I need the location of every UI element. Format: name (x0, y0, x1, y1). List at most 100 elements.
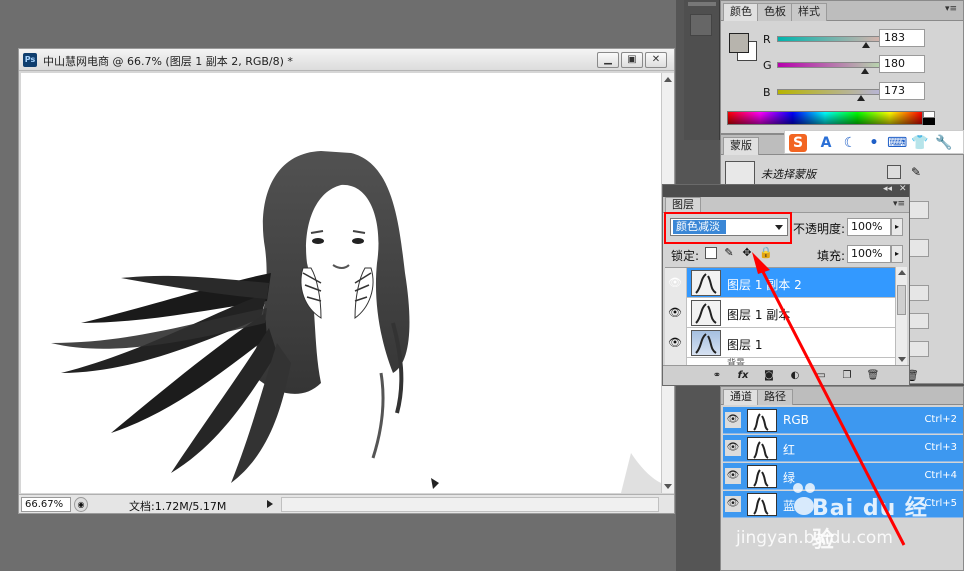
sogou-logo-icon[interactable]: S (789, 134, 807, 152)
channel-shortcut: Ctrl+5 (924, 498, 957, 509)
b-value-input[interactable]: 173 (879, 82, 925, 100)
r-value-input[interactable]: 183 (879, 29, 925, 47)
restore-button[interactable]: ▣ (621, 52, 643, 68)
opacity-arrow-icon[interactable]: ▸ (891, 218, 903, 236)
g-label: G (763, 59, 772, 72)
link-layers-icon[interactable]: ⚭ (709, 369, 725, 383)
collapse-icon[interactable]: ◂◂ (883, 184, 892, 194)
mask-feather-field[interactable] (907, 239, 929, 257)
layer-list-scrollbar[interactable] (895, 267, 907, 365)
document-title: 中山慧网电商 @ 66.7% (图层 1 副本 2, RGB/8) * (43, 55, 293, 68)
fx-icon[interactable]: fx (735, 369, 751, 383)
visibility-eye-icon[interactable]: 👁 (725, 468, 741, 484)
invert-button[interactable] (907, 341, 929, 357)
scroll-down-icon[interactable] (664, 484, 672, 489)
lock-position-icon[interactable]: ✥ (741, 247, 753, 259)
tab-masks[interactable]: 蒙版 (723, 137, 759, 155)
minimize-button[interactable]: ▁ (597, 52, 619, 68)
close-button[interactable]: ✕ (645, 52, 667, 68)
mask-density-field[interactable] (907, 201, 929, 219)
layer-row-copy[interactable]: 👁 图层 1 副本 (665, 298, 895, 328)
panel-close-icon[interactable]: ✕ (899, 184, 907, 194)
ime-keyboard-icon[interactable]: ⌨ (887, 134, 907, 152)
visibility-eye-icon[interactable]: 👁 (667, 305, 683, 321)
layers-panel-titlebar[interactable]: ◂◂ ✕ (663, 184, 909, 197)
channel-row-green[interactable]: 👁 绿 Ctrl+4 (723, 463, 963, 490)
mask-edge-button[interactable] (907, 285, 929, 301)
white-swatch[interactable] (923, 111, 935, 118)
zoom-level-input[interactable]: 66.67% (21, 497, 71, 512)
new-group-icon[interactable]: ▭ (813, 369, 829, 383)
document-titlebar[interactable]: Ps 中山慧网电商 @ 66.7% (图层 1 副本 2, RGB/8) * ▁… (19, 49, 674, 71)
layer-name: 图层 1 副本 (727, 308, 791, 322)
fill-input[interactable]: 100% (847, 245, 891, 263)
visibility-eye-icon[interactable]: 👁 (725, 440, 741, 456)
channel-thumbnail (747, 465, 777, 488)
fill-arrow-icon[interactable]: ▸ (891, 245, 903, 263)
visibility-eye-icon[interactable]: 👁 (725, 496, 741, 512)
scroll-thumb[interactable] (897, 285, 906, 315)
visibility-eye-icon[interactable]: 👁 (667, 275, 683, 291)
status-expand-icon[interactable] (267, 500, 273, 508)
black-white-swatches[interactable] (923, 111, 935, 125)
g-slider-thumb[interactable] (860, 68, 869, 74)
history-icon[interactable] (690, 14, 712, 36)
channel-row-rgb[interactable]: 👁 RGB Ctrl+2 (723, 407, 963, 434)
r-slider-thumb[interactable] (861, 42, 870, 48)
channel-row-blue[interactable]: 👁 蓝 Ctrl+5 (723, 491, 963, 518)
layer-name: 图层 1 (727, 338, 763, 352)
tab-channels[interactable]: 通道 (723, 389, 759, 405)
foreground-color-swatch[interactable] (729, 33, 749, 53)
color-spectrum-bar[interactable] (727, 111, 923, 125)
scroll-down-icon[interactable] (898, 357, 906, 362)
new-layer-icon[interactable]: ❐ (839, 369, 855, 383)
tab-color[interactable]: 颜色 (723, 3, 759, 21)
strip-grip[interactable] (688, 2, 716, 6)
layer-row-copy-2[interactable]: 👁 图层 1 副本 2 (665, 268, 895, 298)
channel-shortcut: Ctrl+4 (924, 470, 957, 481)
visibility-eye-icon[interactable]: 👁 (725, 412, 741, 428)
color-range-button[interactable] (907, 313, 929, 329)
layer-row-1[interactable]: 👁 图层 1 (665, 328, 895, 358)
layers-panel: ◂◂ ✕ 图层 ▾≡ 颜色减淡 不透明度: 100% ▸ 锁定: ✎ ✥ 🔒 填… (662, 184, 910, 386)
channel-name: 绿 (783, 471, 796, 485)
black-swatch[interactable] (923, 118, 935, 125)
adjustment-layer-icon[interactable]: ◐ (787, 369, 803, 383)
channel-row-red[interactable]: 👁 红 Ctrl+3 (723, 435, 963, 462)
layer-row-background[interactable]: 背景 (665, 358, 895, 365)
b-slider-thumb[interactable] (857, 95, 866, 101)
g-value-input[interactable]: 180 (879, 55, 925, 73)
tab-styles[interactable]: 样式 (791, 3, 827, 21)
tab-paths[interactable]: 路径 (757, 389, 793, 405)
ime-toolbar: S A ☾ • ⌨ 👕 🔧 (784, 130, 964, 154)
lock-brush-icon[interactable]: ✎ (723, 247, 735, 259)
ime-skin-icon[interactable]: 👕 (911, 134, 929, 152)
panel-menu-icon[interactable]: ▾≡ (945, 4, 957, 14)
scroll-up-icon[interactable] (898, 270, 906, 275)
tab-layers[interactable]: 图层 (665, 197, 701, 213)
horizontal-scrollbar[interactable] (281, 497, 659, 512)
pixel-mask-icon[interactable] (887, 165, 901, 179)
scroll-up-icon[interactable] (664, 77, 672, 82)
ime-punctuation-icon[interactable]: • (865, 134, 883, 152)
tab-swatches[interactable]: 色板 (757, 3, 793, 21)
mask-status: 未选择蒙版 (761, 168, 816, 181)
opacity-input[interactable]: 100% (847, 218, 891, 236)
vector-mask-icon[interactable]: ✎ (911, 165, 921, 179)
color-panel: 颜色 色板 样式 ▾≡ R 183 G 180 B 173 (720, 0, 964, 134)
channels-panel: 通道 路径 👁 RGB Ctrl+2 👁 红 Ctrl+3 👁 绿 Ctrl+4… (720, 386, 964, 571)
ime-moon-icon[interactable]: ☾ (841, 134, 859, 152)
ime-tools-icon[interactable]: 🔧 (935, 134, 953, 152)
document-window: Ps 中山慧网电商 @ 66.7% (图层 1 副本 2, RGB/8) * ▁… (18, 48, 675, 514)
delete-layer-icon[interactable]: 🗑 (865, 369, 881, 383)
add-mask-icon[interactable]: ◙ (761, 369, 777, 383)
visibility-eye-icon[interactable]: 👁 (667, 335, 683, 351)
color-panel-tabbar: 颜色 色板 样式 ▾≡ (721, 1, 963, 21)
status-menu-icon[interactable]: ◉ (74, 497, 88, 512)
opacity-label: 不透明度: (793, 222, 846, 236)
lock-transparency-icon[interactable] (705, 247, 717, 259)
layers-panel-menu-icon[interactable]: ▾≡ (893, 199, 905, 209)
lock-all-icon[interactable]: 🔒 (759, 247, 773, 259)
ime-chinese-mode-icon[interactable]: A (817, 134, 835, 152)
image-canvas[interactable] (21, 73, 661, 493)
